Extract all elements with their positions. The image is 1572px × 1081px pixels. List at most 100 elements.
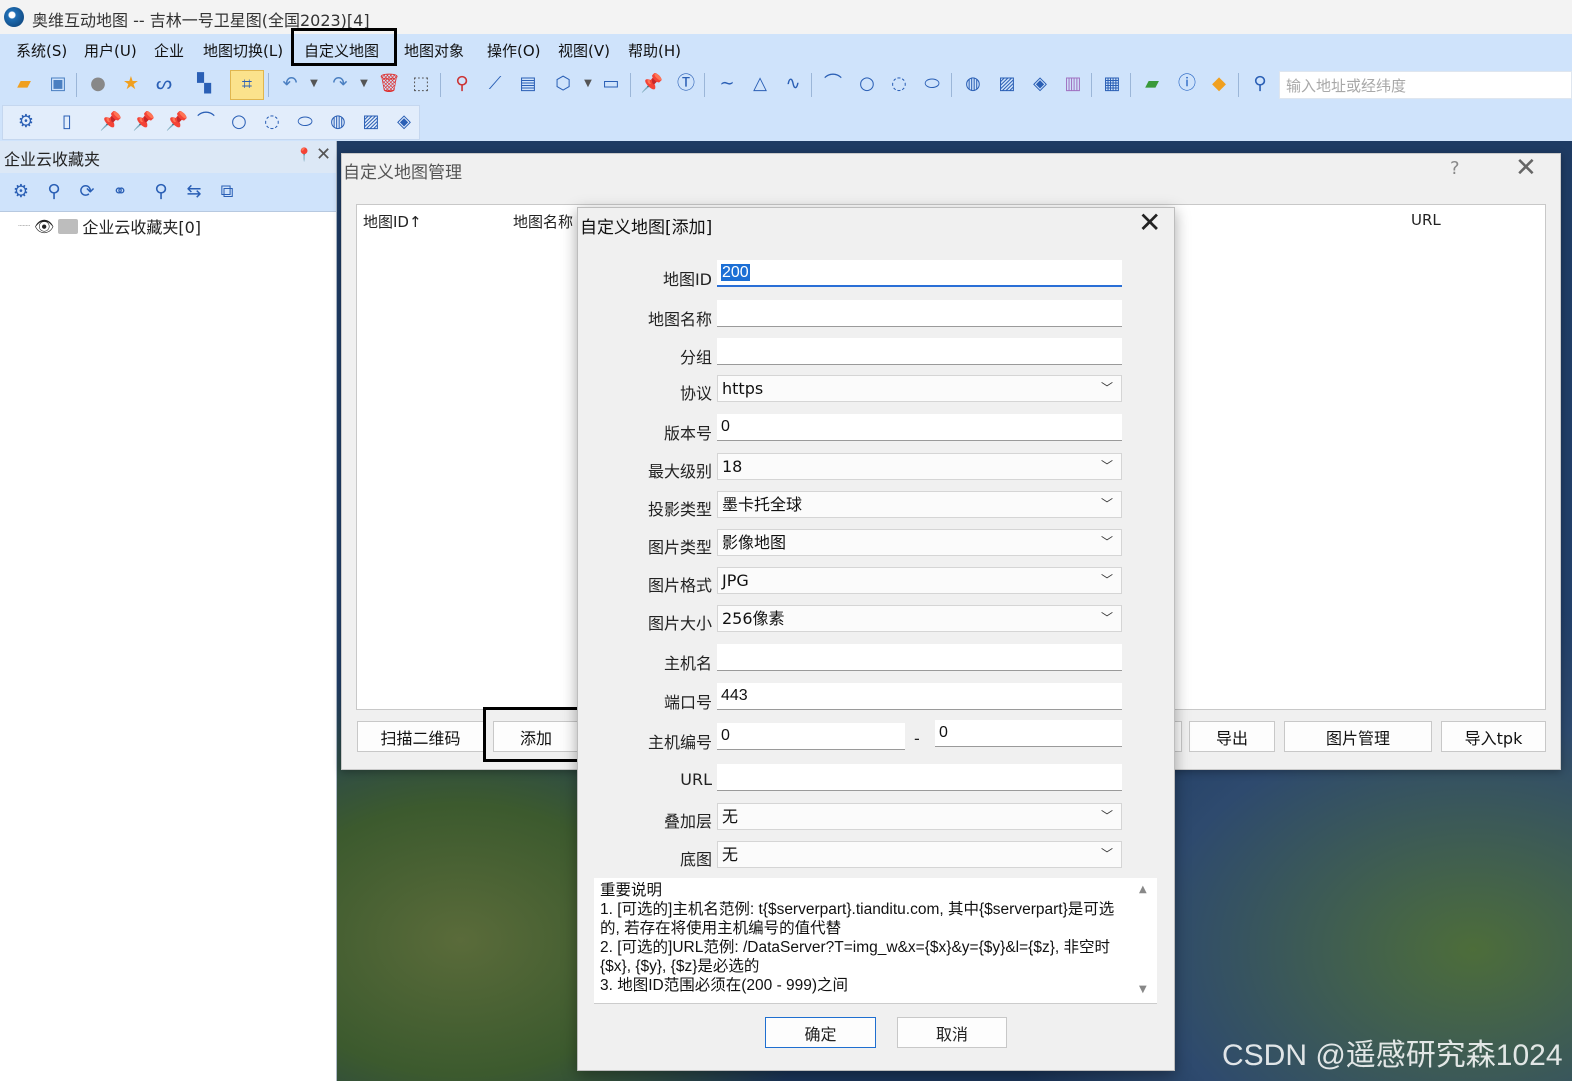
refresh-icon[interactable]: ⟳: [75, 180, 99, 204]
open-folder-icon[interactable]: ▰: [12, 72, 36, 96]
scan-qr-button[interactable]: 扫描二维码: [357, 721, 484, 752]
blue-pin-icon[interactable]: 📌: [132, 110, 156, 134]
max-level-select[interactable]: 18 ﹀: [717, 453, 1122, 480]
column-header-map-name[interactable]: 地图名称: [513, 211, 573, 232]
undo-dropdown-icon[interactable]: ▼: [302, 72, 326, 96]
location-pin-icon[interactable]: ⚲: [450, 72, 474, 96]
manager-close-icon[interactable]: ✕: [1515, 153, 1537, 183]
fill-rect-icon-2[interactable]: ▨: [359, 110, 383, 134]
arc-line-icon-2[interactable]: ⌒: [194, 110, 218, 134]
base-map-select[interactable]: 无 ﹀: [717, 841, 1122, 868]
arc-line-icon[interactable]: ⌒: [821, 72, 845, 96]
fill-rect-icon[interactable]: ▨: [995, 72, 1019, 96]
url-field[interactable]: [717, 764, 1122, 791]
fill-circle-icon[interactable]: ◍: [961, 72, 985, 96]
sync-icon[interactable]: ⇆: [182, 180, 206, 204]
search-input[interactable]: [1284, 75, 1568, 97]
select-rect-icon[interactable]: ⬚: [409, 72, 433, 96]
text-tool-icon[interactable]: Ⓣ: [674, 72, 698, 96]
location-icon[interactable]: ⚲: [149, 180, 173, 204]
video-icon[interactable]: ▭: [599, 72, 623, 96]
measure-area-icon[interactable]: ▤: [516, 72, 540, 96]
arc-icon[interactable]: ◌: [887, 72, 911, 96]
menu-user[interactable]: 用户(U): [84, 40, 137, 60]
group-field[interactable]: [717, 338, 1122, 365]
pushpin-icon[interactable]: 📌: [640, 72, 664, 96]
redo-icon[interactable]: ↷: [328, 72, 352, 96]
image-format-select[interactable]: JPG ﹀: [717, 567, 1122, 594]
image-type-select[interactable]: 影像地图 ﹀: [717, 529, 1122, 556]
projection-select[interactable]: 墨卡托全球 ﹀: [717, 491, 1122, 518]
close-panel-icon[interactable]: ✕: [316, 144, 331, 165]
polyline-icon[interactable]: ∼: [715, 72, 739, 96]
chat-icon[interactable]: ▰: [1140, 72, 1164, 96]
version-field[interactable]: 0: [717, 414, 1122, 441]
columns-icon[interactable]: ▥: [1061, 72, 1085, 96]
column-header-url[interactable]: URL: [1411, 211, 1441, 229]
image-size-select[interactable]: 256像素 ﹀: [717, 605, 1122, 632]
cancel-button[interactable]: 取消: [897, 1017, 1007, 1048]
settings-icon[interactable]: ⚙: [14, 110, 38, 134]
import-tpk-button[interactable]: 导入tpk: [1441, 721, 1546, 752]
search-icon[interactable]: ⚲: [1248, 72, 1272, 96]
search-box[interactable]: [1279, 71, 1572, 99]
scroll-up-icon[interactable]: ▲: [1139, 884, 1147, 895]
menu-operation[interactable]: 操作(O): [487, 40, 541, 60]
polygon-dropdown-icon[interactable]: ▼: [576, 72, 600, 96]
ellipse-icon-2[interactable]: ⬭: [293, 110, 317, 134]
table-icon[interactable]: ▦: [1100, 72, 1124, 96]
help-button[interactable]: ?: [1450, 158, 1460, 179]
host-index-to-field[interactable]: 0: [935, 720, 1122, 747]
menu-system[interactable]: 系统(S): [16, 40, 67, 60]
3d-icon[interactable]: ▚: [192, 72, 216, 96]
diamond-icon[interactable]: ◆: [1207, 72, 1231, 96]
users-icon[interactable]: ●: [86, 72, 110, 96]
yellow-pin-icon[interactable]: 📌: [99, 110, 123, 134]
circle-icon[interactable]: ○: [855, 72, 879, 96]
host-index-from-field[interactable]: 0: [717, 723, 905, 750]
map-id-field[interactable]: 200: [717, 260, 1122, 287]
menu-map-switch[interactable]: 地图切换(L): [203, 40, 283, 60]
tree-item[interactable]: ┈┈ 👁 企业云收藏夹[0]: [18, 214, 201, 238]
export-button[interactable]: 导出: [1189, 721, 1275, 752]
delete-icon[interactable]: 🗑: [377, 72, 401, 96]
ellipse-icon[interactable]: ⬭: [920, 72, 944, 96]
pin-panel-icon[interactable]: 📍: [296, 148, 312, 163]
host-field[interactable]: [717, 644, 1122, 671]
ruler-icon[interactable]: ⟋: [483, 72, 507, 96]
scroll-down-icon[interactable]: ▼: [1139, 984, 1147, 995]
layers-icon[interactable]: ⧉: [215, 180, 239, 204]
add-dialog-close-icon[interactable]: ✕: [1138, 206, 1161, 239]
save-icon[interactable]: ▣: [46, 72, 70, 96]
undo-icon[interactable]: ↶: [278, 72, 302, 96]
port-field[interactable]: 443: [717, 683, 1122, 710]
menu-help[interactable]: 帮助(H): [628, 40, 681, 60]
image-manage-button[interactable]: 图片管理: [1284, 721, 1432, 752]
protocol-select[interactable]: https ﹀: [717, 375, 1122, 402]
menu-view[interactable]: 视图(V): [558, 40, 610, 60]
green-pin-icon[interactable]: 📌: [165, 110, 189, 134]
attachment-icon[interactable]: ⚭: [108, 180, 132, 204]
ok-button[interactable]: 确定: [765, 1017, 876, 1048]
column-header-map-id[interactable]: 地图ID↑: [363, 211, 422, 232]
fill-polygon-icon-2[interactable]: ◈: [392, 110, 416, 134]
info-icon[interactable]: ⓘ: [1175, 72, 1199, 96]
route-icon[interactable]: ᔕ: [152, 72, 176, 96]
map-name-field[interactable]: [717, 300, 1122, 327]
triangle-icon[interactable]: △: [748, 72, 772, 96]
star-icon[interactable]: ★: [119, 72, 143, 96]
arc-icon-2[interactable]: ◌: [260, 110, 284, 134]
crop-tool-icon[interactable]: ⌗: [235, 73, 259, 97]
circle-icon-2[interactable]: ○: [227, 110, 251, 134]
overlay-select[interactable]: 无 ﹀: [717, 803, 1122, 830]
search-icon-panel[interactable]: ⚲: [42, 180, 66, 204]
fill-circle-icon-2[interactable]: ◍: [326, 110, 350, 134]
polygon-icon[interactable]: ⬡: [551, 72, 575, 96]
redo-dropdown-icon[interactable]: ▼: [352, 72, 376, 96]
menu-enterprise[interactable]: 企业: [154, 40, 184, 60]
fill-polygon-icon[interactable]: ◈: [1028, 72, 1052, 96]
eye-icon[interactable]: 👁: [34, 217, 54, 236]
curve-icon[interactable]: ∿: [781, 72, 805, 96]
document-icon[interactable]: ▯: [55, 110, 79, 134]
settings-icon-panel[interactable]: ⚙: [9, 180, 33, 204]
